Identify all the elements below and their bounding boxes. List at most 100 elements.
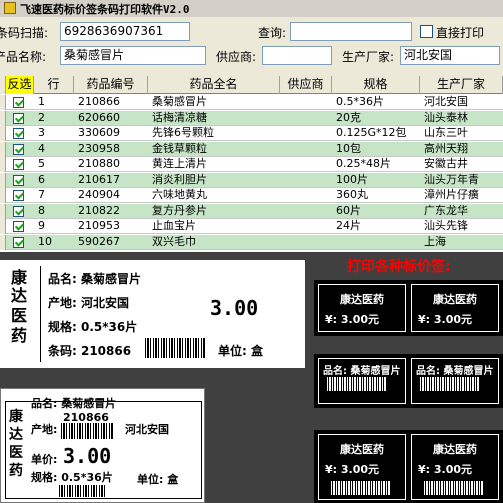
maker-input[interactable]: 河北安国 [400, 46, 500, 65]
row-checkbox[interactable] [13, 97, 24, 108]
cell-spec: 10包 [336, 141, 361, 155]
cell-code: 210822 [78, 203, 120, 217]
cell-spec: 360丸 [336, 188, 368, 201]
row-checkbox[interactable] [13, 190, 24, 201]
row-selector[interactable] [0, 203, 6, 219]
supplier-input[interactable] [262, 46, 332, 65]
barcode-image [331, 481, 391, 495]
table-row[interactable]: 4 230958 金钱草颗粒 10包 高州天翔 [0, 141, 503, 157]
window-title: 飞速医药标价签条码打印软件V2.0 [20, 3, 190, 16]
row-checkbox[interactable] [13, 128, 24, 139]
row-selector[interactable] [0, 126, 6, 141]
row-selector[interactable] [0, 188, 6, 203]
header-spec[interactable]: 规格 [332, 76, 420, 94]
table-row[interactable]: 8 210822 复方丹参片 60片 广东龙华 [0, 203, 503, 219]
header-name[interactable]: 药品全名 [148, 76, 280, 94]
row-checkbox[interactable] [13, 112, 24, 124]
small-label: 康达医药 ¥: 3.00元 [411, 434, 499, 500]
card-price-label: 单价: [31, 453, 58, 466]
cell-supplier [282, 142, 332, 157]
row-checkbox[interactable] [13, 159, 24, 170]
row-checkbox[interactable] [13, 236, 24, 248]
card-origin: 产地: 河北安国 [48, 296, 129, 310]
cell-name: 金钱草颗粒 [152, 141, 207, 155]
card-price: 3.00 [63, 444, 112, 468]
brand-char-3: 医 [10, 306, 27, 325]
cell-supplier [282, 157, 332, 172]
header-code[interactable]: 药品编号 [74, 76, 148, 94]
query-input[interactable] [290, 22, 412, 41]
table-row[interactable]: 7 240904 六味地黄丸 360丸 漳州片仔癀 [0, 188, 503, 203]
table-row[interactable]: 6 210617 消炎利胆片 100片 汕头万年青 [0, 172, 503, 188]
cell-code: 590267 [78, 234, 120, 248]
cell-name: 消炎利胆片 [152, 172, 207, 186]
row-selector[interactable] [0, 141, 6, 157]
cell-row: 2 [38, 110, 45, 124]
barcode-image [424, 481, 484, 495]
card-name: 品名: 桑菊感冒片 [48, 272, 141, 286]
cell-supplier [282, 111, 332, 126]
cell-spec: 20克 [336, 110, 361, 124]
row-selector[interactable] [0, 110, 6, 126]
card-name: 品名: 桑菊感冒片 [31, 397, 117, 410]
cell-code: 620660 [78, 110, 120, 124]
row-selector[interactable] [0, 157, 6, 172]
cell-maker: 高州天翔 [424, 141, 468, 155]
small-label: 康达医药 ¥: 3.00元 [318, 284, 406, 332]
brand-char-1: 康 [9, 409, 23, 425]
cell-spec: 24片 [336, 219, 361, 232]
row-checkbox[interactable] [13, 174, 24, 186]
brand-char-2: 达 [10, 286, 27, 305]
row-selector[interactable] [0, 95, 6, 110]
cell-code: 240904 [78, 188, 120, 201]
row-selector[interactable] [0, 219, 6, 234]
header-supplier[interactable]: 供应商 [280, 76, 332, 94]
query-label: 查询: [258, 26, 287, 40]
table-row[interactable]: 1 210866 桑菊感冒片 0.5*36片 河北安国 [0, 95, 503, 110]
barcode-input[interactable]: 6928636907361 [60, 22, 190, 41]
card-unit: 单位: 盒 [137, 473, 179, 486]
cell-code: 230958 [78, 141, 120, 155]
row-selector[interactable] [0, 172, 6, 188]
cell-spec: 0.5*36片 [336, 95, 384, 108]
row-checkbox[interactable] [13, 143, 24, 155]
cell-row: 6 [38, 172, 45, 186]
cell-supplier [282, 235, 332, 250]
small-price: ¥: 3.00元 [325, 313, 380, 326]
print-banner: 打印各种标价签: [347, 259, 451, 275]
small-label: 康达医药 ¥: 3.00元 [411, 284, 499, 332]
app-icon [4, 2, 16, 14]
small-brand: 康达医药 [340, 293, 384, 306]
cell-row: 5 [38, 157, 45, 170]
direct-print-checkbox[interactable] [420, 25, 433, 38]
header-invert-select[interactable]: 反选 [6, 76, 34, 94]
header-row[interactable]: 行 [34, 76, 74, 94]
table-row[interactable]: 9 210953 止血宝片 24片 汕头先锋 [0, 219, 503, 234]
cell-name: 话梅清凉糖 [152, 110, 207, 124]
cell-maker: 汕头泰林 [424, 110, 468, 124]
table-row[interactable]: 5 210880 黄连上清片 0.25*48片 安徽古井 [0, 157, 503, 172]
small-label: 品名: 桑菊感冒片 [318, 358, 406, 404]
cell-name: 复方丹参片 [152, 203, 207, 217]
cell-name: 黄连上清片 [152, 157, 207, 170]
cell-maker: 河北安国 [424, 95, 468, 108]
table-row[interactable]: 2 620660 话梅清凉糖 20克 汕头泰林 [0, 110, 503, 126]
card-barcode-text: 条码: 210866 [48, 344, 132, 358]
cell-row: 1 [38, 95, 45, 108]
card-origin-label: 产地: [31, 423, 58, 436]
cell-row: 9 [38, 219, 45, 232]
header-maker[interactable]: 生产厂家 [420, 76, 503, 94]
row-checkbox[interactable] [13, 221, 24, 232]
cell-code: 210953 [78, 219, 120, 232]
cell-maker: 安徽古井 [424, 157, 468, 170]
cell-name: 止血宝片 [152, 219, 196, 232]
row-selector[interactable] [0, 234, 6, 250]
maker-label: 生产厂家: [342, 50, 395, 64]
table-row[interactable]: 3 330609 先锋6号颗粒 0.125G*12包 山东三叶 [0, 126, 503, 141]
product-input[interactable]: 桑菊感冒片 [60, 46, 206, 65]
cell-name: 双兴毛巾 [152, 234, 196, 248]
cell-maker: 漳州片仔癀 [424, 188, 479, 201]
small-brand: 康达医药 [433, 443, 477, 456]
row-checkbox[interactable] [13, 205, 24, 217]
table-row[interactable]: 10 590267 双兴毛巾 上海 [0, 234, 503, 250]
